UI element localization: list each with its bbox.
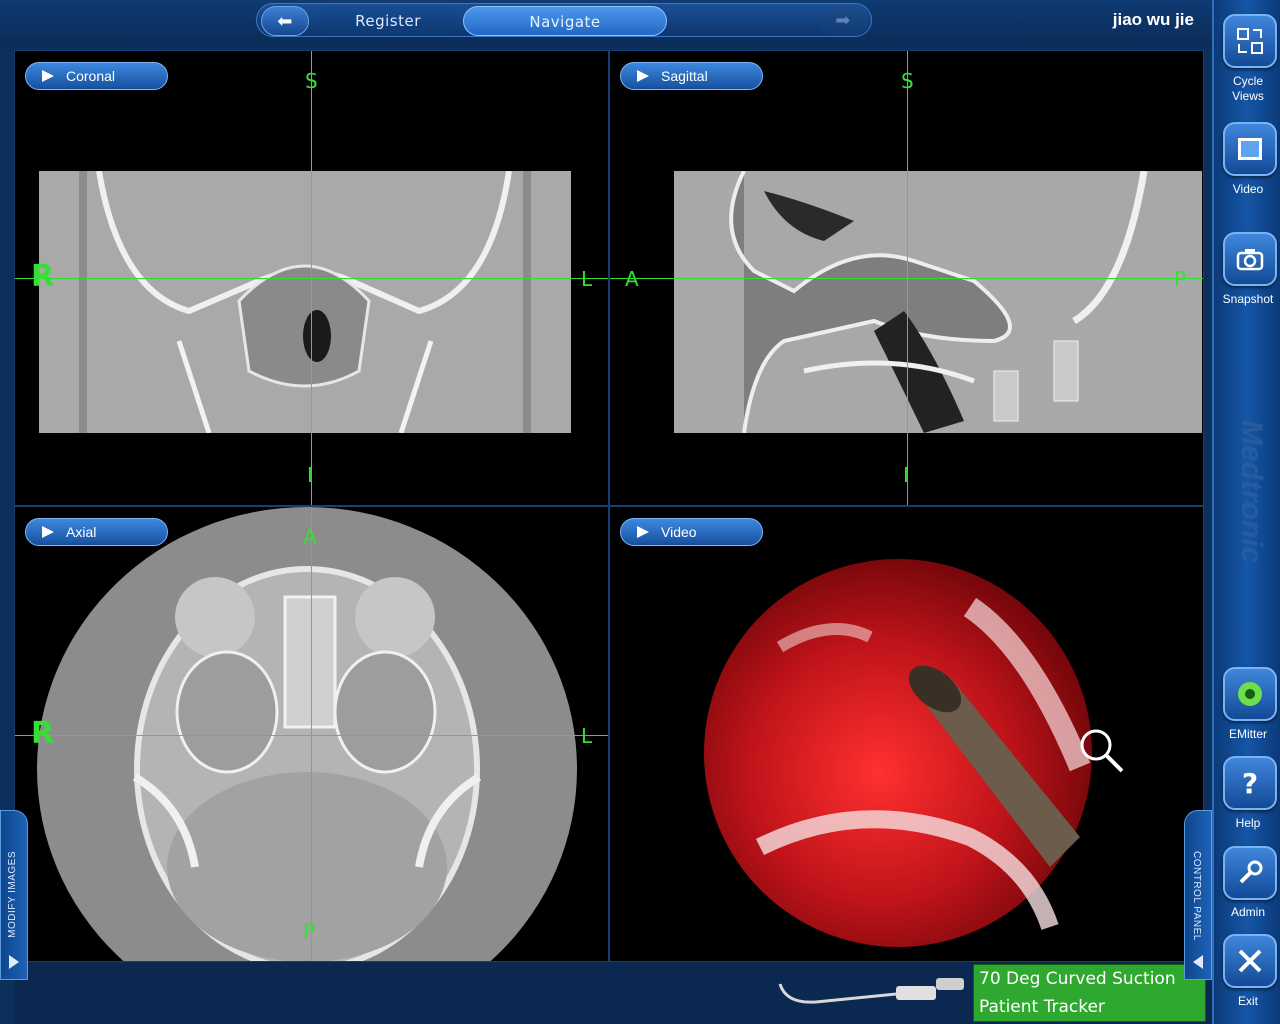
axial-view-tab[interactable]: Axial [25,518,168,546]
axial-crosshair-vertical [311,507,312,961]
play-icon [637,70,649,82]
sagittal-viewport[interactable]: S I A P Sagittal [609,50,1204,506]
coronal-crosshair-horizontal [15,278,608,279]
sagittal-top-label: S [901,69,914,93]
sagittal-anatomy [674,170,1202,434]
snapshot-label: Snapshot [1222,292,1274,306]
medtronic-logo: Medtronic [1235,420,1268,564]
axial-crosshair-horizontal [15,735,608,736]
forward-button[interactable]: ➡ [819,6,867,36]
zoom-magnifier-icon[interactable] [1076,725,1128,777]
axial-view-label: Axial [66,524,97,540]
right-tool-panel: Cycle Views Video Snapshot Medtronic EMi… [1212,0,1280,1024]
modify-images-label: MODIFY IMAGES [7,851,18,938]
tracker-name: Patient Tracker [979,997,1105,1017]
modify-images-drawer[interactable]: MODIFY IMAGES [0,810,28,980]
close-icon [1238,949,1262,973]
sagittal-bottom-label: I [903,463,909,487]
cycle-views-label: Cycle Views [1232,74,1264,103]
control-panel-label: CONTROL PANEL [1191,851,1202,941]
cycle-views-icon [1237,28,1263,54]
axial-bottom-label: P [303,919,316,943]
coronal-viewport[interactable]: S I R L Coronal [14,50,609,506]
register-step-button[interactable]: Register [315,6,461,36]
video-view-tab[interactable]: Video [620,518,763,546]
coronal-anatomy [39,170,571,434]
sagittal-left-label: A [625,267,639,291]
coronal-view-label: Coronal [66,68,116,84]
snapshot-button[interactable] [1223,232,1277,286]
top-bar: ⬅ Register Navigate ➡ jiao wu jie [0,0,1212,46]
play-icon [42,526,54,538]
left-arrow-icon: ⬅ [277,11,293,32]
exit-label: Exit [1237,994,1258,1008]
wrench-icon [1239,860,1263,884]
exit-button[interactable] [1223,934,1277,988]
question-mark-icon: ? [1241,766,1259,800]
coronal-crosshair-vertical [311,51,312,505]
sagittal-crosshair-vertical [907,51,908,505]
expand-right-icon [9,955,19,969]
video-button-label: Video [1232,182,1264,196]
axial-viewport[interactable]: A P R L Axial [14,506,609,962]
admin-label: Admin [1230,905,1265,919]
cycle-views-button[interactable] [1223,14,1277,68]
navigate-step-button[interactable]: Navigate [463,6,667,36]
coronal-top-label: S [305,69,318,93]
help-label: Help [1235,816,1261,830]
coronal-bottom-label: I [307,463,313,487]
video-viewport[interactable]: Video [609,506,1204,962]
workflow-steps: ⬅ Register Navigate ➡ [256,3,872,37]
play-icon [637,526,649,538]
video-button[interactable] [1223,122,1277,176]
play-icon [42,70,54,82]
sagittal-right-label: P [1174,267,1187,291]
emitter-button[interactable] [1223,667,1277,721]
navigation-app: ⬅ Register Navigate ➡ jiao wu jie S I R … [0,0,1280,1024]
camera-icon [1236,249,1264,271]
help-button[interactable]: ? [1223,756,1277,810]
expand-left-icon [1193,955,1203,969]
tracked-tool-status: 70 Deg Curved Suction Patient Tracker [973,964,1206,1022]
axial-right-label: L [581,724,593,748]
back-button[interactable]: ⬅ [261,6,309,36]
sagittal-view-label: Sagittal [661,68,708,84]
suction-tool-icon [778,978,964,1004]
patient-name: jiao wu jie [1112,10,1194,29]
coronal-ct-image [39,170,571,434]
emitter-icon [1238,682,1262,706]
right-arrow-icon: ➡ [835,10,851,31]
coronal-view-tab[interactable]: Coronal [25,62,168,90]
emitter-label: EMitter [1228,727,1267,741]
coronal-left-label: R [31,259,55,294]
coronal-right-label: L [581,267,593,291]
tool-name: 70 Deg Curved Suction [979,969,1176,989]
video-icon [1238,138,1262,160]
sagittal-ct-image [674,170,1202,434]
admin-button[interactable] [1223,846,1277,900]
video-view-label: Video [661,524,697,540]
sagittal-view-tab[interactable]: Sagittal [620,62,763,90]
control-panel-drawer[interactable]: CONTROL PANEL [1184,810,1212,980]
axial-left-label: R [31,716,55,751]
axial-top-label: A [303,525,317,549]
